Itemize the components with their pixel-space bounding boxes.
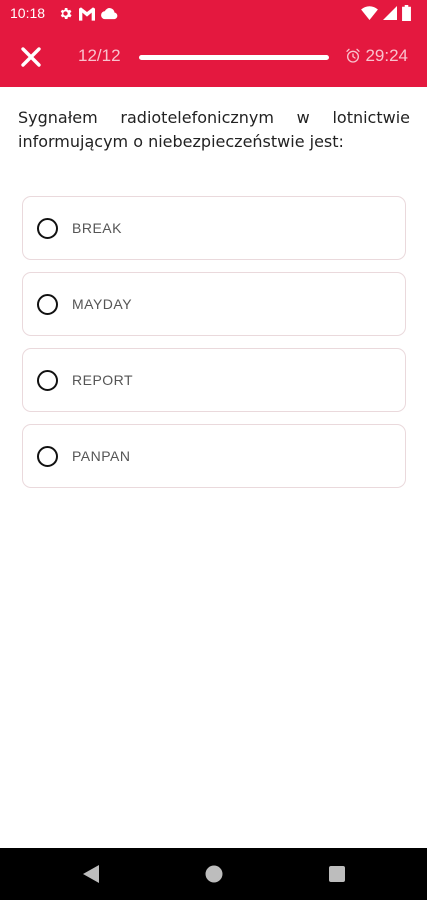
radio-button[interactable]: [37, 217, 58, 239]
quiz-toolbar: 12/12 29:24: [0, 28, 427, 87]
quiz-progress-fill: [139, 55, 329, 60]
signal-icon: [383, 6, 397, 20]
wifi-icon: [361, 6, 378, 20]
answer-label: MAYDAY: [72, 296, 133, 312]
answer-option-panpan[interactable]: PANPAN: [22, 424, 406, 488]
answer-option-report[interactable]: REPORT: [22, 348, 406, 412]
answer-list: BREAK MAYDAY REPORT PANPAN: [22, 196, 406, 500]
settings-icon: [60, 8, 72, 19]
nav-recents-button[interactable]: [322, 848, 352, 900]
status-time: 10:18: [10, 5, 46, 21]
answer-option-mayday[interactable]: MAYDAY: [22, 272, 406, 336]
battery-icon: [402, 5, 411, 21]
app-header: 10:18 12/12 29:24: [0, 0, 427, 87]
question-counter: 12/12: [78, 46, 121, 65]
close-icon: [21, 47, 41, 67]
status-icons-left: [58, 6, 118, 21]
recents-icon: [329, 866, 345, 882]
answer-label: PANPAN: [72, 448, 131, 464]
radio-button[interactable]: [37, 369, 58, 391]
system-nav-bar: [0, 848, 427, 900]
status-icons-right: [361, 5, 411, 21]
quiz-timer: 29:24: [345, 46, 408, 66]
question-text: Sygnałem radiotelefonicznym w lotnictwie…: [18, 108, 410, 151]
cloud-icon: [101, 8, 118, 20]
back-icon: [83, 865, 99, 883]
radio-button[interactable]: [37, 293, 58, 315]
answer-option-break[interactable]: BREAK: [22, 196, 406, 260]
answer-label: REPORT: [72, 372, 134, 388]
close-button[interactable]: [18, 44, 44, 70]
nav-home-button[interactable]: [199, 848, 229, 900]
alarm-icon: [346, 48, 361, 63]
home-icon: [205, 865, 223, 883]
gmail-icon: [79, 6, 95, 21]
quiz-progress-bar: [139, 55, 329, 60]
answer-label: BREAK: [72, 220, 122, 236]
nav-back-button[interactable]: [76, 848, 106, 900]
radio-button[interactable]: [37, 445, 58, 467]
timer-value: 29:24: [365, 46, 408, 65]
status-bar: 10:18: [0, 0, 427, 28]
